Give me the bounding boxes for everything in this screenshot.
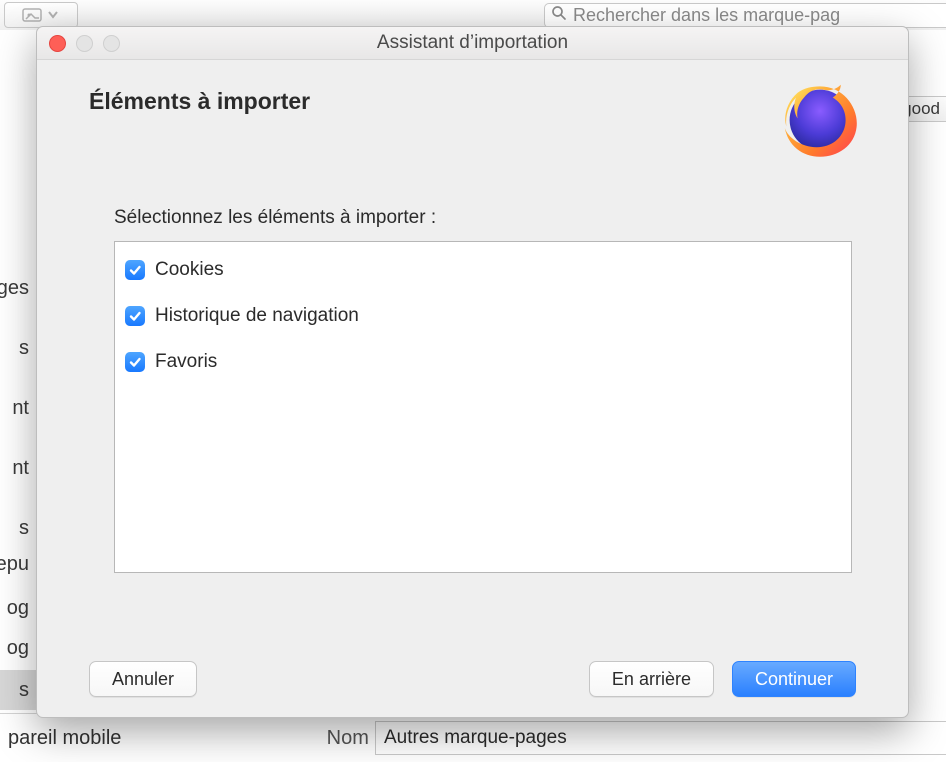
sidebar-item[interactable]: s — [0, 328, 37, 368]
dialog-button-row: Annuler En arrière Continuer — [89, 661, 856, 697]
details-name-field[interactable]: Autres marque-pages — [375, 721, 946, 755]
sidebar-item[interactable]: nt — [0, 448, 37, 488]
checkbox[interactable] — [125, 352, 145, 372]
search-icon — [551, 5, 567, 26]
import-item-label: Cookies — [155, 259, 224, 281]
minimize-window-button — [76, 35, 93, 52]
firefox-icon — [780, 80, 860, 160]
sidebar-footer-label: pareil mobile — [8, 727, 121, 750]
continue-button[interactable]: Continuer — [732, 661, 856, 697]
continue-button-label: Continuer — [755, 669, 833, 690]
import-item-row[interactable]: Favoris — [125, 348, 841, 376]
back-button-label: En arrière — [612, 669, 691, 690]
checkbox[interactable] — [125, 306, 145, 326]
window-controls — [49, 35, 120, 52]
details-name-value: Autres marque-pages — [384, 727, 567, 749]
import-items-listbox: Cookies Historique de navigation Favoris — [114, 241, 852, 573]
bookmarks-search[interactable]: Rechercher dans les marque-pag — [544, 3, 946, 28]
sidebar-item[interactable]: nt — [0, 388, 37, 428]
back-button[interactable]: En arrière — [589, 661, 714, 697]
import-item-row[interactable]: Cookies — [125, 256, 841, 284]
cancel-button-label: Annuler — [112, 669, 174, 690]
dialog-titlebar[interactable]: Assistant d’importation — [37, 27, 908, 60]
sidebar-item[interactable] — [0, 30, 37, 70]
sidebar-item[interactable]: epu — [0, 544, 37, 584]
sidebar-item[interactable]: ges — [0, 268, 37, 308]
sidebar-item[interactable]: og — [0, 588, 37, 628]
import-item-label: Historique de navigation — [155, 305, 359, 327]
cancel-button[interactable]: Annuler — [89, 661, 197, 697]
sidebar-footer-item[interactable]: pareil mobile — [0, 713, 287, 762]
close-window-button[interactable] — [49, 35, 66, 52]
dialog-title: Assistant d’importation — [37, 32, 908, 54]
sidebar-item[interactable]: s — [0, 670, 37, 710]
search-placeholder: Rechercher dans les marque-pag — [573, 5, 840, 26]
parent-sidebar: gessntntsepuogogs — [0, 30, 38, 714]
page-heading: Éléments à importer — [89, 88, 856, 115]
import-item-row[interactable]: Historique de navigation — [125, 302, 841, 330]
zoom-window-button — [103, 35, 120, 52]
checkbox[interactable] — [125, 260, 145, 280]
dialog-body: Éléments à importer — [37, 60, 908, 717]
import-item-label: Favoris — [155, 351, 217, 373]
sidebar-item[interactable]: s — [0, 508, 37, 548]
sidebar-item[interactable]: og — [0, 628, 37, 668]
toolbar-dropdown-button[interactable] — [4, 2, 78, 28]
instructions-text: Sélectionnez les éléments à importer : — [114, 207, 856, 229]
details-name-label: Nom : — [280, 713, 386, 762]
import-assistant-dialog: Assistant d’importation Éléments à impor… — [36, 26, 909, 718]
